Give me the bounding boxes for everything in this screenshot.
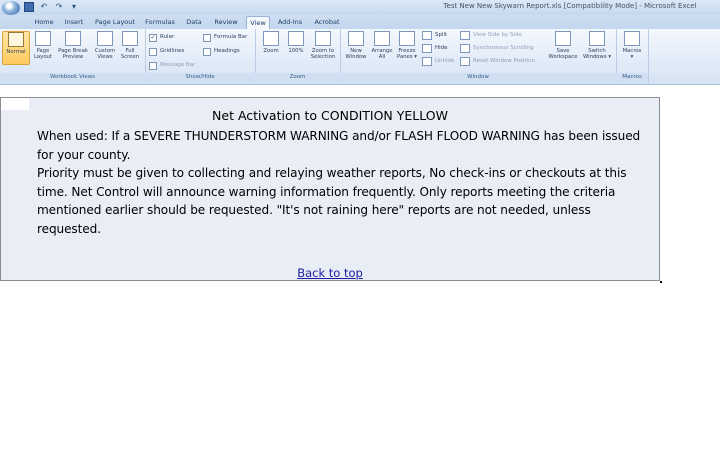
freeze-panes-icon (399, 31, 415, 46)
tab-formulas[interactable]: Formulas (144, 16, 176, 29)
group-label: Workbook Views (0, 73, 145, 82)
window-title: Test New New Skywarn Report.xls [Compati… (443, 2, 697, 10)
reset-position-icon (460, 56, 470, 66)
back-to-top-link[interactable]: Back to top (1, 266, 659, 280)
save-workspace-icon (555, 31, 571, 46)
macros-group: Macros ▾ Macros (616, 29, 649, 83)
hide-icon (422, 43, 432, 53)
normal-view-icon (8, 32, 24, 47)
tab-insert[interactable]: Insert (62, 16, 86, 29)
group-label: Macros (616, 73, 648, 82)
reset-window-position-button[interactable]: Reset Window Position (460, 56, 535, 66)
page-break-icon (65, 31, 81, 46)
message-bar-checkbox[interactable]: Message Bar (149, 61, 195, 70)
zoom-button[interactable]: Zoom (258, 31, 284, 63)
hide-button[interactable]: Hide (422, 43, 448, 53)
checkbox-icon: ✓ (149, 33, 157, 42)
formula-bar-checkbox[interactable]: Formula Bar (203, 33, 247, 42)
freeze-panes-button[interactable]: Freeze Panes ▾ (394, 31, 420, 63)
content-panel: Net Activation to CONDITION YELLOW When … (0, 97, 660, 281)
zoom-group: Zoom 100% Zoom to Selection Zoom (255, 29, 341, 83)
selection-marker (660, 281, 662, 283)
macros-icon (624, 31, 640, 46)
workbook-views-group: Normal Page Layout Page Break Preview Cu… (0, 29, 146, 83)
ribbon-tabs: Home Insert Page Layout Formulas Data Re… (0, 15, 720, 29)
tab-acrobat[interactable]: Acrobat (312, 16, 342, 29)
view-side-by-side-button[interactable]: View Side by Side (460, 30, 522, 40)
instructions-text: When used: If a SEVERE THUNDERSTORM WARN… (37, 127, 649, 238)
headings-checkbox[interactable]: Headings (203, 47, 240, 56)
new-window-icon (348, 31, 364, 46)
arrange-all-icon (374, 31, 390, 46)
zoom-selection-icon (315, 31, 331, 46)
unhide-icon (422, 56, 432, 66)
group-label: Window (340, 73, 616, 82)
save-workspace-button[interactable]: Save Workspace (546, 31, 580, 63)
arrange-all-button[interactable]: Arrange All (369, 31, 395, 63)
page-layout-icon (35, 31, 51, 46)
switch-windows-button[interactable]: Switch Windows ▾ (580, 31, 614, 63)
magnifier-icon (263, 31, 279, 46)
unhide-button[interactable]: Unhide (422, 56, 454, 66)
checkbox-icon (203, 47, 211, 56)
synchronous-scrolling-button[interactable]: Synchronous Scrolling (460, 43, 534, 53)
when-used-paragraph: When used: If a SEVERE THUNDERSTORM WARN… (37, 129, 641, 162)
zoom-100-icon (288, 31, 304, 46)
ruler-checkbox[interactable]: ✓ Ruler (149, 33, 174, 42)
page-title: Net Activation to CONDITION YELLOW (212, 108, 448, 123)
sync-scroll-icon (460, 43, 470, 53)
tab-data[interactable]: Data (184, 16, 204, 29)
split-icon (422, 30, 432, 40)
page-layout-view-button[interactable]: Page Layout (30, 31, 56, 63)
tab-view[interactable]: View (246, 16, 270, 29)
checkbox-icon (149, 47, 157, 56)
checkbox-icon (149, 61, 157, 70)
show-hide-group: ✓ Ruler Gridlines Message Bar Formula Ba… (145, 29, 256, 83)
side-by-side-icon (460, 30, 470, 40)
tab-home[interactable]: Home (32, 16, 56, 29)
priority-paragraph: Priority must be given to collecting and… (37, 166, 627, 236)
zoom-to-selection-button[interactable]: Zoom to Selection (308, 31, 338, 63)
title-bar: ↶ ↷ ▾ Test New New Skywarn Report.xls [C… (0, 0, 720, 15)
window-group: New Window Arrange All Freeze Panes ▾ Sp… (340, 29, 617, 83)
switch-windows-icon (589, 31, 605, 46)
group-label: Zoom (255, 73, 340, 82)
custom-views-button[interactable]: Custom Views (92, 31, 118, 63)
new-window-button[interactable]: New Window (343, 31, 369, 63)
full-screen-button[interactable]: Full Screen (117, 31, 143, 63)
tab-page-layout[interactable]: Page Layout (94, 16, 136, 29)
full-screen-icon (122, 31, 138, 46)
tab-add-ins[interactable]: Add-Ins (276, 16, 304, 29)
ribbon: Normal Page Layout Page Break Preview Cu… (0, 29, 720, 85)
zoom-100-button[interactable]: 100% (283, 31, 309, 63)
split-button[interactable]: Split (422, 30, 447, 40)
page-break-preview-button[interactable]: Page Break Preview (56, 31, 90, 63)
custom-views-icon (97, 31, 113, 46)
tab-review[interactable]: Review (212, 16, 240, 29)
macros-button[interactable]: Macros ▾ (619, 31, 645, 63)
checkbox-icon (203, 33, 211, 42)
normal-view-button[interactable]: Normal (2, 31, 30, 65)
group-label: Show/Hide (145, 73, 255, 82)
gridlines-checkbox[interactable]: Gridlines (149, 47, 184, 56)
